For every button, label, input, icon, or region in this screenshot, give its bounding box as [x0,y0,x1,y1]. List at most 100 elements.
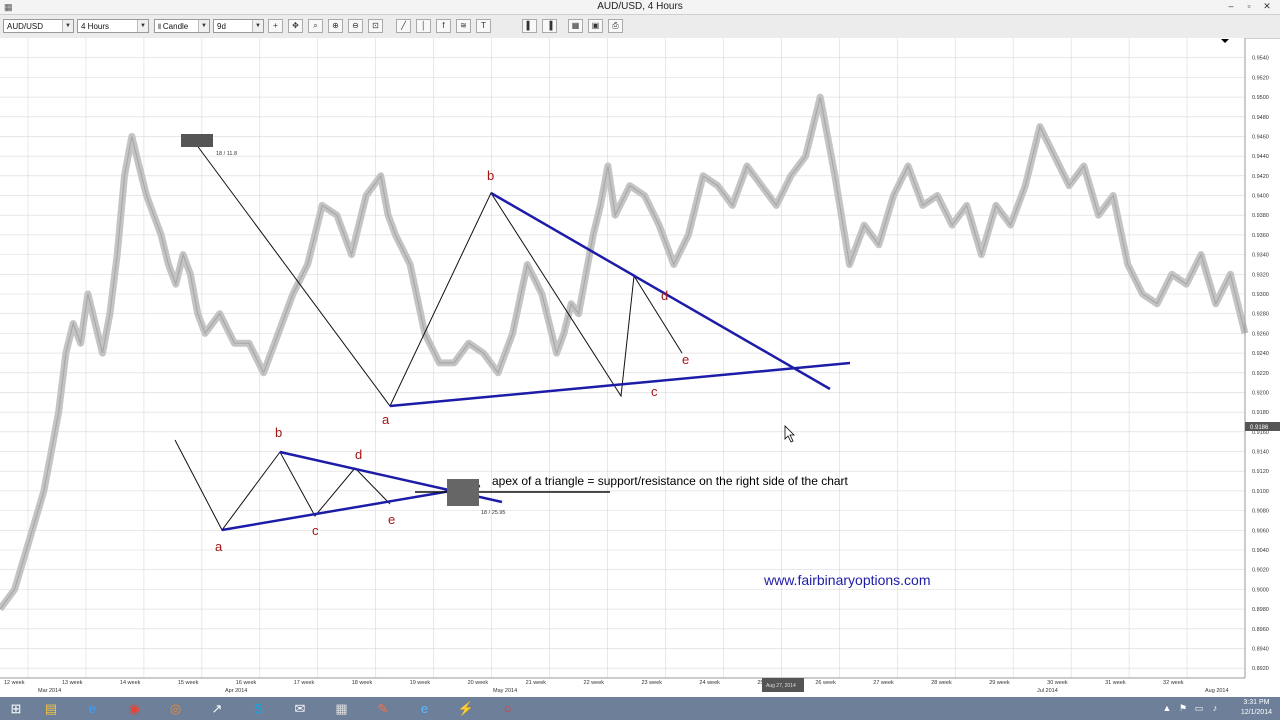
x-week-label: 23 week [641,680,662,686]
minimize-button[interactable]: – [1222,0,1240,13]
x-week-label: 28 week [931,680,952,686]
y-axis: 0.9540 0.9520 0.9500 0.9480 0.9460 0.9440 0.94… [1244,38,1269,678]
crosshair-icon[interactable]: + [268,19,283,33]
network-icon[interactable]: ⚡ [452,699,480,718]
x-week-label: 18 week [352,680,373,686]
internet-explorer-icon[interactable]: e [79,699,107,718]
range-value: 9d [217,22,226,31]
maximize-button[interactable]: ▫ [1240,0,1258,13]
vertical-line-icon[interactable]: │ [416,19,431,33]
symbol-value: AUD/USD [7,22,44,31]
price-chart[interactable]: 0.9540 0.9520 0.9500 0.9480 0.9460 0.9440 0.94… [0,38,1280,698]
small-label-c: c [312,523,319,538]
y-tick-label: 0.9520 [1252,75,1269,81]
zoom-out-icon[interactable]: ⊖ [348,19,363,33]
chart-toolbar: AUD/USD ▼ 4 Hours ▼ ⫴ Candle ▼ 9d ▼ + ✥ ⌕ ⊕… [0,15,1280,39]
symbol-select[interactable]: AUD/USD ▼ [3,19,74,33]
tooltip-box-top [181,134,213,147]
watermark-url: www.fairbinaryoptions.com [763,572,931,588]
x-week-label: 15 week [178,680,199,686]
chevron-down-icon: ▼ [137,20,148,32]
window-title: AUD/USD, 4 Hours [597,1,683,12]
x-week-label: 24 week [699,680,720,686]
y-tick-label: 0.9280 [1252,312,1269,318]
arrow-up-icon[interactable]: ▲ [1160,699,1174,718]
y-tick-label: 0.9020 [1252,568,1269,574]
x-axis: 12 week 13 week 14 week 15 week 16 week 17 we… [0,677,1245,694]
file-explorer-icon[interactable]: ▤ [37,699,65,718]
y-tick-label: 0.9400 [1252,194,1269,200]
y-tick-label: 0.9040 [1252,548,1269,554]
grid-icon[interactable]: ▦ [568,19,583,33]
window-titlebar: ▦ AUD/USD, 4 Hours – ▫ ✕ [0,0,1280,15]
chart-type-select[interactable]: ⫴ Candle ▼ [154,19,210,33]
range-select[interactable]: 9d ▼ [213,19,264,33]
calculator-icon[interactable]: ▦ [328,699,356,718]
zoom-icon[interactable]: ⌕ [308,19,323,33]
chrome-icon[interactable]: ◉ [120,699,148,718]
y-tick-label: 0.8960 [1252,627,1269,633]
fibonacci-icon[interactable]: ≋ [456,19,471,33]
clock-date: 12/1/2014 [1240,709,1272,716]
clock[interactable]: 3:31 PM 12/1/2014 [1241,698,1272,718]
y-tick-label: 0.9300 [1252,292,1269,298]
print-icon[interactable]: ⎙ [608,19,623,33]
x-week-label: 12 week [4,680,25,686]
y-tick-label: 0.9460 [1252,134,1269,140]
x-week-label: 21 week [526,680,547,686]
y-tick-label: 0.9340 [1252,253,1269,259]
x-week-label: 29 week [989,680,1010,686]
fx-icon[interactable]: f [436,19,451,33]
bar-left-icon[interactable]: ▌ [522,19,537,33]
trading-icon[interactable]: ↗ [203,699,231,718]
volume-icon[interactable]: ♪ [1208,699,1222,718]
wave-label-a: a [382,412,390,427]
y-tick-label: 0.9060 [1252,528,1269,534]
small-label-b: b [275,425,282,440]
y-tick-label: 0.9440 [1252,154,1269,160]
small-label-e: e [388,512,395,527]
outlook-icon[interactable]: ✉ [286,699,314,718]
timeframe-select[interactable]: 4 Hours ▼ [77,19,149,33]
y-tick-label: 0.8920 [1252,666,1269,672]
y-tick-label: 0.9080 [1252,509,1269,515]
tooltip-apex-label: 18 / 25.95 [481,510,505,516]
clock-time: 3:31 PM [1243,699,1270,706]
wave-label-b: b [487,168,494,183]
chevron-down-icon: ▼ [252,20,263,32]
x-month-label: Jul 2014 [1037,688,1058,694]
chart-type-value: Candle [162,22,189,31]
text-icon[interactable]: T [476,19,491,33]
x-week-label: 19 week [410,680,431,686]
windows-start-icon[interactable]: ⊞ [2,699,30,718]
skype-icon[interactable]: S [245,699,273,718]
zoom-fit-icon[interactable]: ⊡ [368,19,383,33]
close-button[interactable]: ✕ [1258,0,1276,13]
x-week-label: 32 week [1163,680,1184,686]
display-icon[interactable]: ▭ [1192,699,1206,718]
y-tick-label: 0.9320 [1252,272,1269,278]
y-tick-label: 0.9120 [1252,469,1269,475]
opera-icon[interactable]: ○ [494,699,522,718]
x-week-label: 14 week [120,680,141,686]
trendline-icon[interactable]: ╱ [396,19,411,33]
x-week-label: 27 week [873,680,894,686]
zoom-in-icon[interactable]: ⊕ [328,19,343,33]
save-icon[interactable]: ▣ [588,19,603,33]
y-tick-label: 0.9380 [1252,213,1269,219]
chevron-down-icon: ▼ [198,20,209,32]
pan-icon[interactable]: ✥ [288,19,303,33]
y-tick-label: 0.9140 [1252,450,1269,456]
x-week-label: 20 week [468,680,489,686]
x-week-label: 31 week [1105,680,1126,686]
wave-label-e: e [682,352,689,367]
firefox-icon[interactable]: ◎ [162,699,190,718]
paint-icon[interactable]: ✎ [369,699,397,718]
flag-icon[interactable]: ⚑ [1176,699,1190,718]
bar-right-icon[interactable]: ▐ [542,19,557,33]
bottom-date-label: Aug 27, 2014 [766,683,796,689]
ie-blue-icon[interactable]: e [411,699,439,718]
small-label-a: a [215,539,223,554]
x-month-label: Mar 2014 [38,688,61,694]
x-week-label: 16 week [236,680,257,686]
